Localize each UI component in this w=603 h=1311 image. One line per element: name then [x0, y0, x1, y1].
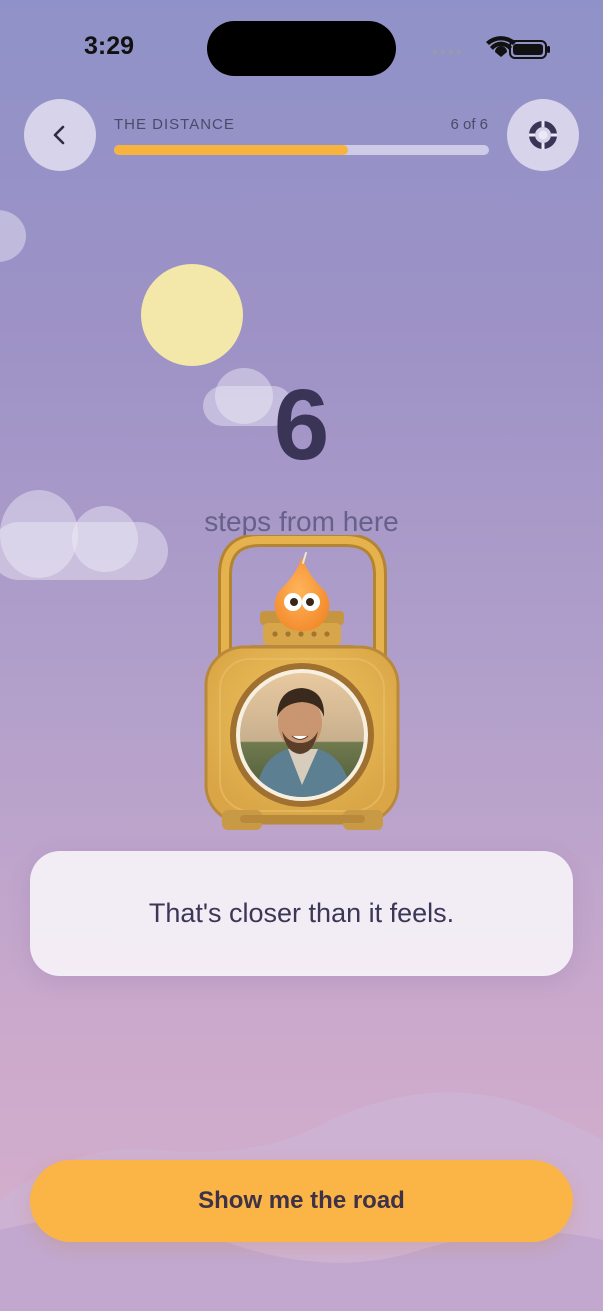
progress-title: THE DISTANCE	[114, 116, 235, 133]
message-text: That's closer than it feels.	[148, 898, 455, 928]
status-time: 3:29	[84, 32, 135, 60]
status-icons	[432, 36, 550, 59]
battery-icon	[509, 40, 550, 59]
progress-count: 6 of 6	[450, 116, 488, 133]
steps-number: 6	[273, 369, 330, 481]
help-button[interactable]	[507, 99, 579, 171]
signal-icon	[432, 49, 462, 55]
lantern-illustration	[204, 535, 400, 830]
dynamic-island	[207, 21, 396, 76]
message-card: That's closer than it feels.	[30, 851, 573, 976]
progress-bar	[114, 145, 489, 155]
back-button[interactable]	[24, 99, 96, 171]
cloud-decoration	[0, 210, 26, 262]
profile-photo	[240, 673, 364, 797]
steps-subtitle: steps from here	[204, 506, 399, 537]
chevron-left-icon	[53, 125, 65, 145]
show-road-button[interactable]: Show me the road	[30, 1160, 573, 1242]
progress-bar-fill	[114, 145, 349, 155]
lifebuoy-icon	[529, 121, 557, 149]
wifi-icon	[486, 36, 516, 57]
flame-character-icon	[274, 552, 330, 631]
sun-decoration	[141, 264, 243, 366]
